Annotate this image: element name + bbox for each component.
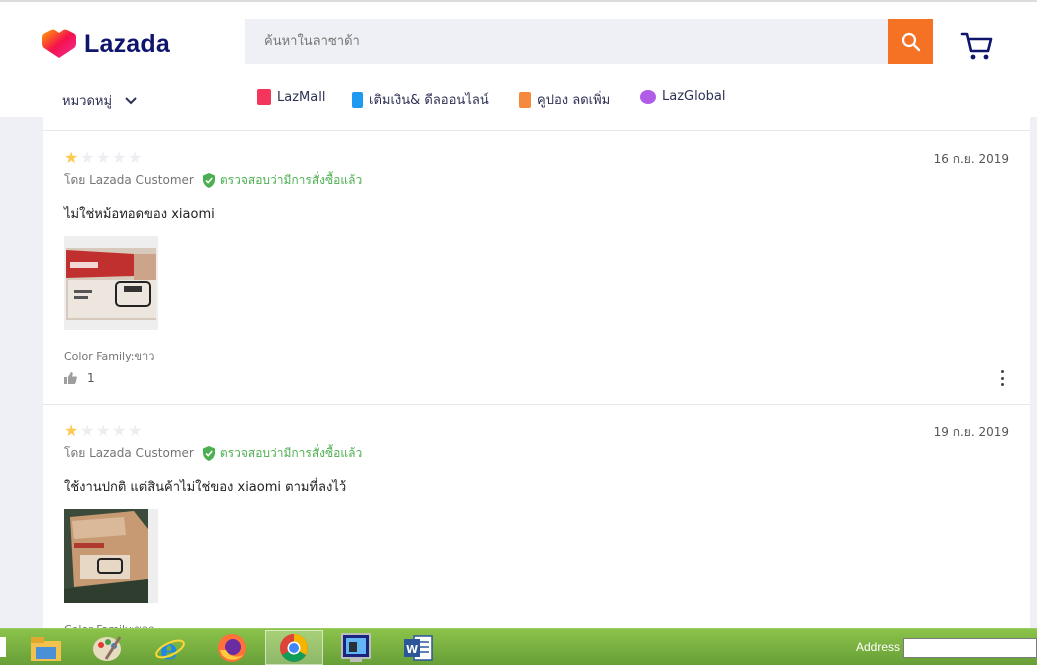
star-filled-icon: ★ — [64, 148, 79, 167]
star-empty-icon: ★ — [112, 148, 127, 167]
review-text: ใช้งานปกติ แต่สินค้าไม่ใช่ของ xiaomi ตาม… — [64, 480, 347, 495]
site-header: Lazada หมวดหมู่ LazMall เติมเงิน& ดีล — [0, 0, 1037, 117]
star-empty-icon: ★ — [96, 421, 111, 440]
logo-text: Lazada — [84, 29, 170, 58]
shield-check-icon — [202, 446, 215, 461]
nav-item-lazmall[interactable]: LazMall — [257, 89, 325, 105]
more-options-icon[interactable] — [999, 370, 1005, 386]
coupon-icon — [519, 91, 531, 108]
star-empty-icon: ★ — [128, 148, 143, 167]
review-photo[interactable] — [64, 509, 158, 603]
star-rating: ★ ★ ★ ★ ★ — [64, 150, 144, 166]
search-input[interactable] — [245, 19, 888, 64]
svg-text:e: e — [160, 633, 178, 663]
lazglobal-icon — [640, 89, 656, 104]
author-row: โดย Lazada Customer ตรวจสอบว่ามีการสั่งซ… — [64, 444, 362, 463]
lazada-logo[interactable]: Lazada — [42, 28, 170, 60]
nav-item-label: LazMall — [277, 89, 326, 105]
verified-label: ตรวจสอบว่ามีการสั่งซื้อแล้ว — [219, 173, 363, 187]
review-date: 16 ก.ย. 2019 — [933, 152, 1009, 166]
address-input[interactable] — [903, 638, 1037, 658]
word-icon[interactable]: W — [389, 630, 447, 665]
firefox-icon[interactable] — [203, 630, 261, 665]
review-author: โดย Lazada Customer — [64, 173, 194, 187]
star-empty-icon: ★ — [80, 148, 95, 167]
taskbar: e W Address — [0, 628, 1037, 665]
divider — [43, 404, 1030, 405]
search-button[interactable] — [888, 19, 933, 64]
nav-item-label: เติมเงิน& ดีลออนไลน์ — [369, 93, 489, 108]
product-box-photo — [64, 236, 158, 330]
review-author: โดย Lazada Customer — [64, 446, 194, 460]
reviews-panel: ★ ★ ★ ★ ★ 16 ก.ย. 2019 โดย Lazada Custom… — [43, 117, 1030, 629]
product-box-photo — [64, 509, 158, 603]
cart-icon[interactable] — [960, 30, 994, 62]
search-icon — [901, 32, 920, 51]
star-empty-icon: ★ — [80, 421, 95, 440]
search-bar — [245, 19, 933, 64]
like-button[interactable]: 1 — [64, 371, 95, 385]
internet-explorer-icon[interactable]: e — [141, 630, 199, 665]
star-filled-icon: ★ — [64, 421, 79, 440]
review-item: ★ ★ ★ ★ ★ 16 ก.ย. 2019 โดย Lazada Custom… — [43, 150, 1030, 405]
chevron-down-icon — [125, 96, 137, 104]
chrome-icon[interactable] — [265, 630, 323, 665]
start-button[interactable] — [0, 637, 6, 657]
thumbs-up-icon — [64, 372, 77, 384]
divider — [43, 130, 1030, 131]
svg-text:W: W — [406, 643, 418, 656]
nav-item-label: คูปอง ลดเพิ่ม — [537, 93, 611, 108]
category-label: หมวดหมู่ — [62, 94, 113, 109]
lazada-heart-icon — [42, 29, 76, 58]
star-rating: ★ ★ ★ ★ ★ — [64, 423, 144, 439]
star-empty-icon: ★ — [96, 148, 111, 167]
nav-item-label: LazGlobal — [662, 89, 726, 104]
verified-badge: ตรวจสอบว่ามีการสั่งซื้อแล้ว — [202, 444, 362, 463]
review-text: ไม่ใช่หม้อทอดของ xiaomi — [64, 207, 215, 222]
shield-check-icon — [202, 173, 215, 188]
file-explorer-icon[interactable] — [17, 630, 75, 665]
nav-item-topup[interactable]: เติมเงิน& ดีลออนไลน์ — [352, 89, 489, 110]
author-row: โดย Lazada Customer ตรวจสอบว่ามีการสั่งซ… — [64, 171, 362, 190]
verified-label: ตรวจสอบว่ามีการสั่งซื้อแล้ว — [219, 446, 363, 460]
verified-badge: ตรวจสอบว่ามีการสั่งซื้อแล้ว — [202, 171, 362, 190]
review-date: 19 ก.ย. 2019 — [933, 425, 1009, 439]
star-empty-icon: ★ — [112, 421, 127, 440]
review-variant: Color Family:ขาว — [64, 350, 155, 363]
address-label: Address — [856, 640, 901, 654]
nav-bar: หมวดหมู่ LazMall เติมเงิน& ดีลออนไลน์ คู… — [0, 88, 1037, 112]
lazmall-icon — [257, 89, 271, 105]
nav-item-lazglobal[interactable]: LazGlobal — [640, 89, 726, 104]
review-photo[interactable] — [64, 236, 158, 330]
nav-item-coupon[interactable]: คูปอง ลดเพิ่ม — [519, 89, 610, 110]
like-count: 1 — [87, 371, 95, 385]
monitor-app-icon[interactable] — [327, 630, 385, 665]
paint-icon[interactable] — [79, 630, 137, 665]
topup-icon — [352, 91, 363, 108]
review-item: ★ ★ ★ ★ ★ 19 ก.ย. 2019 โดย Lazada Custom… — [43, 423, 1030, 629]
star-empty-icon: ★ — [128, 421, 143, 440]
category-menu[interactable]: หมวดหมู่ — [62, 90, 138, 111]
